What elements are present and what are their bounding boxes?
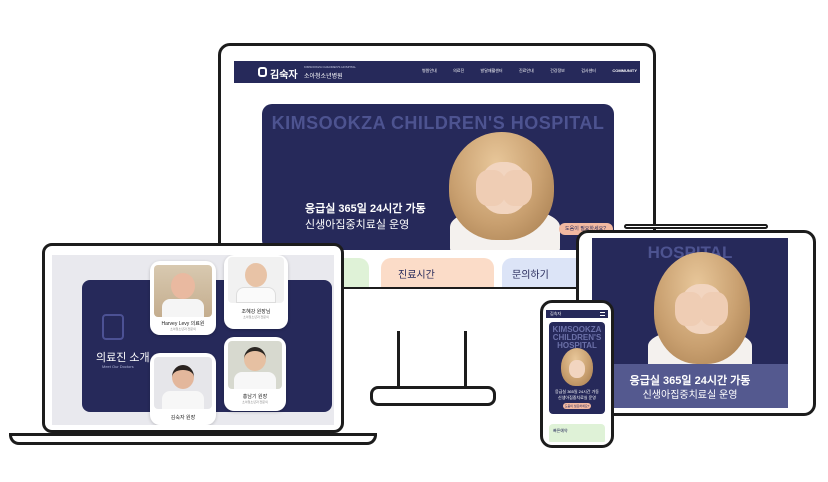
nav-item[interactable]: COMMUNITY — [612, 68, 637, 78]
tablet-pen — [624, 224, 768, 229]
doctor-coat — [234, 372, 276, 389]
tablet-hero-hand — [675, 292, 703, 326]
doctor-name: 김숙자 원장 — [170, 415, 196, 421]
doctor-coat — [162, 299, 204, 317]
phone-hero-line2: 신생아집중치료실 운영 — [558, 395, 596, 400]
nav-item[interactable]: 병원안내 — [422, 68, 437, 78]
doctor-desc: 소아청소년과 전문의 — [170, 327, 196, 331]
nav-item[interactable]: 건강정보 — [550, 68, 565, 78]
menu-icon[interactable] — [600, 312, 605, 316]
doctor-photo — [228, 341, 282, 389]
doctors-subtitle: Meet Our Doctors — [102, 364, 134, 369]
quick-card-hours[interactable]: 진료시간 — [381, 258, 494, 287]
tablet-hero-line2: 신생아집중치료실 운영 — [642, 390, 738, 401]
phone-card-label: 빠른예약 — [553, 428, 568, 433]
hero-photo-hand — [502, 170, 532, 206]
phone-hero: KIMSOOKZA CHILDREN'S HOSPITAL 응급실 365일 2… — [549, 322, 605, 414]
quick-card-label: 진료시간 — [398, 270, 435, 281]
logo-icon[interactable] — [258, 67, 267, 77]
laptop-base — [9, 433, 377, 445]
nav-item[interactable]: 진료안내 — [519, 68, 534, 78]
laptop-screen: 의료진 소개 Meet Our Doctors Harvey Levy 의료원 … — [52, 255, 334, 425]
nav-item[interactable]: 검사센터 — [581, 68, 596, 78]
doctor-card[interactable]: 김숙자 원장 — [150, 353, 216, 425]
doctor-head — [172, 365, 194, 389]
phone-screen: 김숙자 KIMSOOKZA CHILDREN'S HOSPITAL 응급실 36… — [546, 310, 608, 442]
site-header: 김숙자 KIMSOOKZA CHILDREN'S HOSPITAL 소아청소년병… — [234, 61, 640, 83]
doctor-name: 조혜강 원장님 — [241, 309, 271, 315]
doctor-photo — [154, 265, 212, 317]
doctor-card[interactable]: Harvey Levy 의료원 소아청소년과 전문의 — [150, 261, 216, 335]
doctor-head — [171, 273, 195, 299]
phone-quick-card[interactable]: 빠른예약 — [549, 424, 605, 442]
monitor-base — [370, 386, 496, 406]
tablet-screen: HOSPITAL 응급실 365일 24시간 가동 신생아집중치료실 운영 — [592, 238, 788, 408]
doctor-coat — [236, 287, 276, 303]
tablet-caption-bar: 응급실 365일 24시간 가동 신생아집중치료실 운영 — [592, 364, 788, 408]
doctor-name: Harvey Levy 의료원 — [161, 321, 205, 327]
nav-item[interactable]: 발달재활센터 — [481, 68, 503, 78]
logo-sub-en: KIMSOOKZA CHILDREN'S HOSPITAL — [304, 65, 356, 69]
hero-line1: 응급실 365일 24시간 가동 — [305, 203, 426, 215]
main-nav: 병원안내 의료진 발달재활센터 진료안내 건강정보 검사센터 COMMUNITY — [422, 68, 637, 78]
doctor-photo — [154, 357, 212, 409]
doctor-desc: 소아청소년과 전문의 — [243, 315, 269, 319]
doctor-photo — [228, 257, 284, 303]
doctor-head — [244, 347, 266, 371]
doctors-title: 의료진 소개 — [96, 352, 150, 364]
logo-sub-ko: 소아청소년병원 — [304, 74, 343, 80]
doctor-name: 홍남기 원장 — [242, 394, 268, 400]
phone-help-button[interactable]: 도움이 필요하세요? — [563, 403, 591, 409]
quick-card-label: 문의하기 — [512, 270, 549, 281]
phone-header: 김숙자 — [546, 310, 608, 318]
monitor-neck — [397, 331, 467, 391]
doctor-card[interactable]: 조혜강 원장님 소아청소년과 전문의 — [224, 255, 288, 329]
doctor-coat — [162, 391, 204, 409]
doctor-card[interactable]: 홍남기 원장 소아청소년과 전문의 — [224, 337, 286, 411]
nav-item[interactable]: 의료진 — [453, 68, 464, 78]
hero-title-en: KIMSOOKZA CHILDREN'S HOSPITAL — [271, 113, 605, 133]
phone-hero-face — [569, 360, 585, 378]
hero-banner: KIMSOOKZA CHILDREN'S HOSPITAL 응급실 365일 2… — [262, 104, 614, 250]
hero-line2: 신생아집중치료실 운영 — [305, 219, 410, 231]
logo-name[interactable]: 김숙자 — [270, 66, 298, 81]
doctor-head — [245, 263, 267, 287]
doctor-desc: 소아청소년과 전문의 — [242, 400, 268, 404]
phone-logo[interactable]: 김숙자 — [550, 311, 561, 317]
hospital-emblem-icon — [102, 314, 124, 340]
tablet-hero-hand — [700, 292, 728, 326]
phone-hero-title: KIMSOOKZA CHILDREN'S HOSPITAL — [552, 325, 602, 350]
